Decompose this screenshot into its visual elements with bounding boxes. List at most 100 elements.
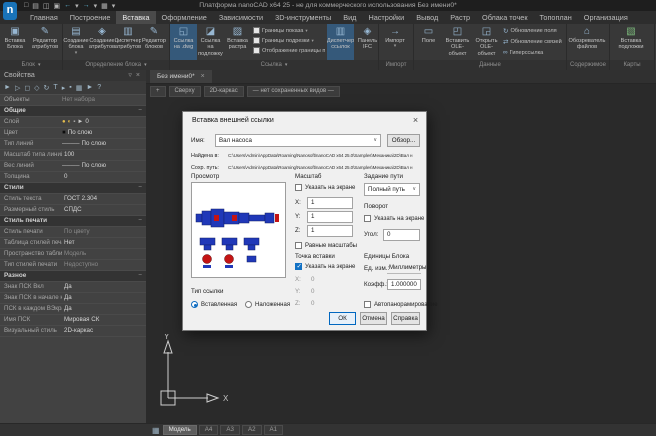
- tab-organizatsiya[interactable]: Организация: [578, 11, 634, 24]
- layout-tab-model[interactable]: Модель: [163, 425, 197, 435]
- tab-vyvod[interactable]: Вывод: [410, 11, 444, 24]
- collapse-icon[interactable]: −: [138, 183, 142, 193]
- cancel-button[interactable]: Отмена: [360, 312, 387, 325]
- tab-topoplan[interactable]: Топоплан: [534, 11, 578, 24]
- create-attributes-button[interactable]: ◈ Создание атрибутов ▾: [89, 24, 115, 60]
- xref-dwg-button[interactable]: ◱ Ссылка на .dwg: [170, 24, 197, 60]
- show-borders-checkbox[interactable]: Границы показа ▾: [253, 27, 325, 34]
- section-plot-style[interactable]: Стиль печати −: [0, 216, 146, 227]
- property-row[interactable]: Стиль текста ГОСТ 2.304: [0, 194, 146, 205]
- printer-icon[interactable]: ▪: [73, 117, 75, 127]
- autopan-checkbox[interactable]: Автопанорамирование: [364, 301, 438, 308]
- clip-borders-checkbox[interactable]: Границы подрезки ▾: [253, 37, 325, 44]
- help-icon[interactable]: ?: [97, 84, 101, 91]
- bulb-icon[interactable]: ●: [62, 117, 66, 127]
- property-row[interactable]: Знак ПСК Вкл Да: [0, 282, 146, 293]
- tab-glavnaya[interactable]: Главная: [24, 11, 64, 24]
- property-row[interactable]: Тип линий ──── По слою: [0, 139, 146, 150]
- grid-icon[interactable]: ▦: [152, 426, 160, 435]
- display-border-checkbox[interactable]: Отображение границы показа ▾: [253, 47, 325, 54]
- redo-menu-icon[interactable]: ▾: [94, 2, 98, 10]
- close-icon[interactable]: ×: [408, 114, 423, 127]
- ref-inserted-radio[interactable]: Вставленная: [191, 301, 237, 308]
- update-links-link[interactable]: ⇄ Обновление связей: [503, 38, 565, 46]
- property-row[interactable]: Вес линий ──── По слою: [0, 161, 146, 172]
- property-row[interactable]: Стиль печати По цвету: [0, 227, 146, 238]
- dot-icon[interactable]: ▪: [69, 84, 71, 91]
- saved-views-button[interactable]: — нет сохраненных видов —: [247, 86, 340, 97]
- layout-tab-a1[interactable]: A1: [264, 425, 284, 435]
- attributes-manager-button[interactable]: ▥ Диспетчер атрибутов ▾: [115, 24, 141, 60]
- tab-nastroyki[interactable]: Настройки: [362, 11, 410, 24]
- screen-icon[interactable]: ▦: [76, 84, 83, 92]
- layout-tab-a2[interactable]: A2: [242, 425, 262, 435]
- cursor-icon[interactable]: ►: [77, 117, 83, 127]
- property-row[interactable]: Таблица стилей печати Нет: [0, 238, 146, 249]
- section-misc[interactable]: Разное −: [0, 271, 146, 282]
- select-objects-icon[interactable]: ►: [4, 84, 11, 91]
- tab-vstavka[interactable]: Вставка: [116, 11, 155, 24]
- insert-raster-button[interactable]: ▨ Вставка растра: [224, 24, 251, 60]
- browse-button[interactable]: Обзор...: [387, 134, 420, 147]
- tab-3d-instrumenty[interactable]: 3D-инструменты: [269, 11, 337, 24]
- help-button[interactable]: Справка: [391, 312, 420, 325]
- section-general[interactable]: Общие −: [0, 106, 146, 117]
- print-icon[interactable]: ▦: [101, 2, 108, 10]
- update-field-link[interactable]: ↻ Обновление поля: [503, 27, 565, 35]
- sun-icon[interactable]: ◐: [68, 117, 72, 127]
- viewport-add-button[interactable]: +: [150, 86, 166, 97]
- block-editor-button[interactable]: ✎ Редактор блоков ▾: [141, 24, 167, 60]
- tab-rastr[interactable]: Растр: [444, 11, 476, 24]
- equal-scales-checkbox[interactable]: Равные масштабы: [295, 242, 357, 249]
- nanocad-logo-icon[interactable]: n: [3, 2, 17, 20]
- section-styles[interactable]: Стили −: [0, 183, 146, 194]
- group-label-block-definition[interactable]: Определение блока ▾: [63, 60, 169, 70]
- qat-menu-icon[interactable]: ▾: [112, 2, 116, 10]
- undo-menu-icon[interactable]: ▾: [75, 2, 79, 10]
- scale-x-input[interactable]: 1: [307, 197, 353, 209]
- tab-postroenie[interactable]: Построение: [64, 11, 117, 24]
- create-block-button[interactable]: ▤ Создание блока ▾: [63, 24, 89, 60]
- path-type-combo[interactable]: Полный путь ∨: [364, 183, 420, 196]
- subselect-icon[interactable]: ▸: [62, 84, 66, 92]
- property-row[interactable]: Знак ПСК в начале к... Да: [0, 293, 146, 304]
- property-row[interactable]: Масштаб типа линий 100: [0, 150, 146, 161]
- undo-icon[interactable]: ←: [64, 2, 71, 9]
- open-ole-button[interactable]: ◲ Открыть OLE-объект: [472, 24, 501, 60]
- cycle-selection-icon[interactable]: ↻: [44, 84, 50, 92]
- underlay-xref-button[interactable]: ◪ Ссылка на подложку: [197, 24, 224, 60]
- open-folder-icon[interactable]: ▤: [32, 2, 39, 10]
- select-polygon-icon[interactable]: ◇: [34, 84, 39, 92]
- collapse-icon[interactable]: −: [138, 271, 142, 281]
- ref-overlaid-radio[interactable]: Наложенная: [245, 301, 290, 308]
- factor-input[interactable]: 1.000000: [387, 279, 421, 290]
- tab-oblaka-tochek[interactable]: Облака точек: [476, 11, 534, 24]
- property-row[interactable]: ПСК в каждом ВЭкране Да: [0, 304, 146, 315]
- pin-icon[interactable]: ▿: [126, 70, 134, 81]
- new-file-icon[interactable]: □: [24, 2, 28, 9]
- property-row[interactable]: Пространство табли... Модель: [0, 249, 146, 260]
- xref-manager-button[interactable]: ▥ Диспетчер ссылок: [327, 24, 354, 60]
- rotation-specify-checkbox[interactable]: Указать на экране: [364, 215, 424, 222]
- save-all-icon[interactable]: ▣: [53, 2, 60, 10]
- scale-specify-checkbox[interactable]: Указать на экране: [295, 184, 355, 191]
- layout-tab-a4[interactable]: A4: [199, 425, 219, 435]
- property-row[interactable]: Имя ПСК Мировая СК: [0, 315, 146, 326]
- property-row[interactable]: Толщина 0: [0, 172, 146, 183]
- layout-tab-a3[interactable]: A3: [220, 425, 240, 435]
- insertion-specify-checkbox[interactable]: Указать на экране: [295, 263, 355, 270]
- ifc-panel-button[interactable]: ◈ Панель IFC: [354, 24, 379, 60]
- property-row[interactable]: Визуальный стиль 2D-каркас: [0, 326, 146, 337]
- insert-underlay-button[interactable]: ▧ Вставка подложки: [610, 24, 652, 60]
- tab-zavisimosti[interactable]: Зависимости: [213, 11, 269, 24]
- insert-block-button[interactable]: ▣ Вставка Блока ▾: [0, 24, 30, 60]
- tab-oformlenie[interactable]: Оформление: [156, 11, 213, 24]
- collapse-icon[interactable]: −: [138, 216, 142, 226]
- save-icon[interactable]: ◫: [43, 2, 50, 10]
- property-row[interactable]: Цвет ■ По слою: [0, 128, 146, 139]
- property-row[interactable]: Размерный стиль СПДС: [0, 205, 146, 216]
- property-row[interactable]: Тип стилей печати Недоступно: [0, 260, 146, 271]
- hyperlink-link[interactable]: ∞ Гиперссылка: [503, 49, 565, 56]
- group-label-xref[interactable]: Ссылка ▾: [170, 60, 378, 70]
- close-icon[interactable]: ×: [201, 71, 205, 83]
